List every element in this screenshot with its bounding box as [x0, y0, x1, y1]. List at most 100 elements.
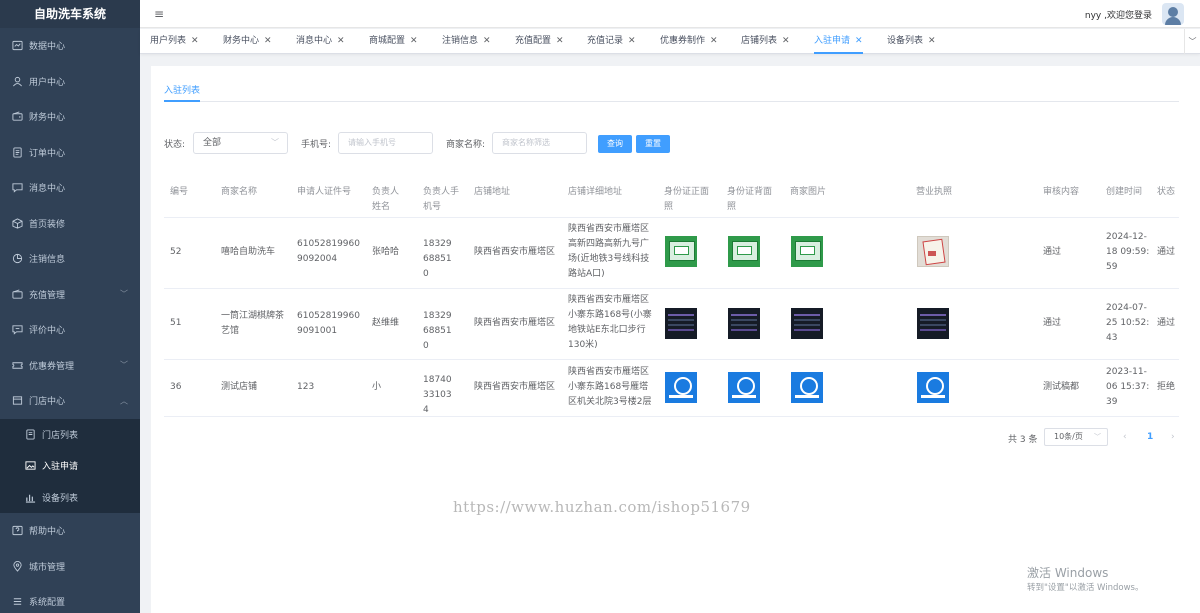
phone-input[interactable]: 请输入手机号 — [338, 132, 433, 154]
tab-settlement-application[interactable]: 入驻申请 ✕ — [814, 29, 863, 54]
sidebar-item-cancellation-info[interactable]: 注销信息 — [0, 241, 140, 277]
sidebar-item-store-center[interactable]: 门店中心 ︿ — [0, 383, 140, 419]
search-button[interactable]: 查询 — [598, 135, 632, 153]
sidebar-subitem-store-list[interactable]: 门店列表 — [0, 419, 140, 451]
column-header: 创建时间 — [1106, 187, 1143, 197]
sidebar-item-label: 数据中心 — [29, 42, 66, 53]
divider — [164, 416, 1179, 417]
tab-settlement-list[interactable]: 入驻列表 — [164, 83, 200, 96]
cell-detail-address: 陕西省西安市雁塔区高新四路高新九号广场(近地铁3号线科技路站A口) — [568, 224, 650, 279]
sidebar-item-data-center[interactable]: 数据中心 — [0, 28, 140, 64]
merchant-image[interactable] — [791, 236, 823, 267]
sidebar-item-home-decoration[interactable]: 首页装修 — [0, 206, 140, 242]
idcard-back-image[interactable] — [728, 308, 760, 339]
tab-label: 优惠券制作 — [660, 36, 706, 46]
avatar[interactable] — [1162, 3, 1184, 25]
sidebar-item-finance-center[interactable]: 财务中心 — [0, 99, 140, 135]
sidebar-subitem-settlement-application[interactable]: 入驻申请 — [0, 450, 140, 482]
tab-cancellation-info[interactable]: 注销信息 ✕ — [442, 29, 491, 54]
chevron-down-icon: ﹀ — [120, 360, 128, 370]
page-number-current[interactable]: 1 — [1147, 432, 1153, 442]
cell-id: 36 — [170, 382, 182, 392]
tab-recharge-records[interactable]: 充值记录 ✕ — [587, 29, 636, 54]
tabs-bar: 用户列表 ✕ 财务中心 ✕ 消息中心 ✕ 商城配置 ✕ 注销信息 ✕ 充值配置 ✕ 充值记录… — [140, 29, 1200, 54]
idcard-front-image[interactable] — [665, 372, 697, 403]
sidebar-item-label: 优惠券管理 — [29, 361, 75, 372]
close-icon[interactable]: ✕ — [556, 36, 564, 46]
close-icon[interactable]: ✕ — [855, 36, 863, 46]
tab-label: 充值配置 — [515, 36, 552, 46]
tab-device-list[interactable]: 设备列表 ✕ — [887, 29, 936, 54]
sidebar-item-label: 系统配置 — [29, 598, 66, 609]
idcard-front-image[interactable] — [665, 236, 697, 267]
user-area[interactable]: nyy ,欢迎您登录 — [1085, 3, 1184, 25]
close-icon[interactable]: ✕ — [928, 36, 936, 46]
tab-mall-config[interactable]: 商城配置 ✕ — [369, 29, 418, 54]
tab-label: 用户列表 — [150, 36, 187, 46]
sidebar-item-coupon-management[interactable]: 优惠券管理 ﹀ — [0, 348, 140, 384]
idcard-back-image[interactable] — [728, 236, 760, 267]
column-header: 负责人手机号 — [423, 187, 460, 212]
cell-detail-address: 陕西省西安市雁塔区小寨东路168号(小寨地铁站E东北口步行130米) — [568, 295, 652, 350]
column-header: 负责人姓名 — [372, 187, 400, 212]
tab-message-center[interactable]: 消息中心 ✕ — [296, 29, 345, 54]
cell-id: 52 — [170, 247, 182, 257]
column-header: 商家图片 — [790, 187, 827, 197]
close-icon[interactable]: ✕ — [264, 36, 272, 46]
sidebar-item-user-center[interactable]: 用户中心 — [0, 64, 140, 100]
tab-user-list[interactable]: 用户列表 ✕ — [150, 29, 199, 54]
idcard-back-image[interactable] — [728, 372, 760, 403]
location-icon — [11, 560, 23, 572]
tab-finance-center[interactable]: 财务中心 ✕ — [223, 29, 272, 54]
box-icon — [11, 217, 23, 229]
divider — [164, 288, 1179, 289]
sidebar-subitem-label: 入驻申请 — [42, 462, 79, 473]
close-icon[interactable]: ✕ — [191, 36, 199, 46]
merchant-image[interactable] — [791, 308, 823, 339]
tab-coupon-creation[interactable]: 优惠券制作 ✕ — [660, 29, 718, 54]
tab-recharge-config[interactable]: 充值配置 ✕ — [515, 29, 564, 54]
tab-label: 商城配置 — [369, 36, 406, 46]
chevron-down-icon[interactable]: ﹀ — [1184, 29, 1200, 54]
sidebar-item-help-center[interactable]: 帮助中心 — [0, 513, 140, 549]
status-select[interactable]: 全部 ﹀ — [193, 132, 288, 154]
next-page-icon[interactable]: › — [1171, 432, 1175, 442]
sidebar-item-recharge-management[interactable]: 充值管理 ﹀ — [0, 277, 140, 313]
sidebar-subitem-device-list[interactable]: 设备列表 — [0, 482, 140, 514]
cell-phone: 18329688510 — [423, 239, 452, 279]
business-license-image[interactable] — [917, 236, 949, 267]
close-icon[interactable]: ✕ — [710, 36, 718, 46]
sidebar-item-message-center[interactable]: 消息中心 — [0, 170, 140, 206]
tab-label: 注销信息 — [442, 36, 479, 46]
close-icon[interactable]: ✕ — [337, 36, 345, 46]
page-size-select[interactable]: 10条/页 ﹀ — [1044, 428, 1108, 446]
ticket-icon — [11, 359, 23, 371]
sidebar-item-review-center[interactable]: 评价中心 — [0, 312, 140, 348]
tab-store-list[interactable]: 店铺列表 ✕ — [741, 29, 790, 54]
cell-idcard: 610528199609092004 — [297, 239, 360, 264]
close-icon[interactable]: ✕ — [410, 36, 418, 46]
cell-address: 陕西省西安市雁塔区 — [474, 318, 556, 328]
merchant-image[interactable] — [791, 372, 823, 403]
cell-created-time: 2023-11-06 15:37:39 — [1106, 367, 1150, 407]
tab-label: 店铺列表 — [741, 36, 778, 46]
merchant-name-input[interactable]: 商家名称筛选 — [492, 132, 587, 154]
merchant-name-label: 商家名称: — [446, 140, 486, 150]
wallet-icon — [11, 111, 23, 123]
close-icon[interactable]: ✕ — [483, 36, 491, 46]
sidebar-item-order-center[interactable]: 订单中心 — [0, 135, 140, 171]
sidebar-item-system-config[interactable]: 系统配置 — [0, 584, 140, 613]
sidebar-item-city-management[interactable]: 城市管理 — [0, 549, 140, 585]
windows-activation-title: 激活 Windows — [1027, 566, 1109, 580]
close-icon[interactable]: ✕ — [782, 36, 790, 46]
menu-toggle-icon[interactable]: ≡ — [154, 8, 164, 20]
prev-page-icon[interactable]: ‹ — [1123, 432, 1127, 442]
cell-merchant-name: 嘻哈自助洗车 — [221, 247, 276, 257]
idcard-front-image[interactable] — [665, 308, 697, 339]
business-license-image[interactable] — [917, 372, 949, 403]
cell-address: 陕西省西安市雁塔区 — [474, 247, 556, 257]
close-icon[interactable]: ✕ — [628, 36, 636, 46]
business-license-image[interactable] — [917, 308, 949, 339]
reset-button[interactable]: 重置 — [636, 135, 670, 153]
document-icon — [11, 146, 23, 158]
